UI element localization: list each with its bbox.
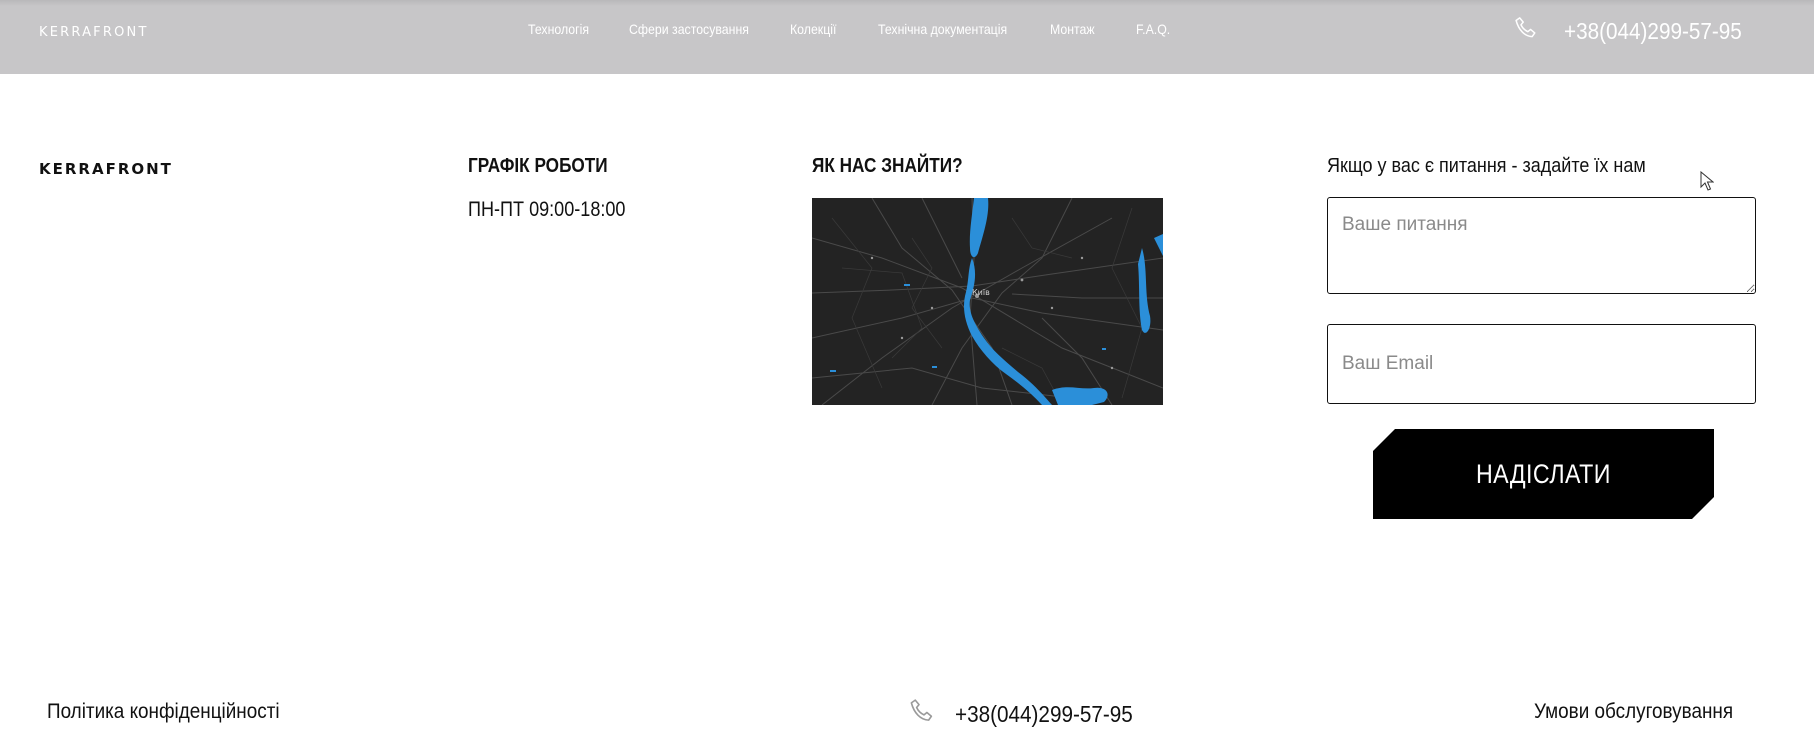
site-header: KERRAFRONT Технологія Сфери застосування… (0, 0, 1814, 74)
privacy-policy-link[interactable]: Політика конфіденційності (47, 700, 280, 724)
form-title: Якщо у вас є питання - задайте їх нам (1327, 155, 1646, 177)
header-phone-number[interactable]: +38(044)299-57-95 (1564, 18, 1742, 45)
phone-icon (907, 697, 937, 732)
footer-logo[interactable]: KERRAFRONT (39, 160, 173, 178)
submit-button[interactable]: НАДІСЛАТИ (1373, 429, 1714, 519)
location-map[interactable]: Київ (812, 198, 1163, 405)
location-title: ЯК НАС ЗНАЙТИ? (812, 155, 963, 177)
nav-item-collections[interactable]: Колекції (790, 21, 836, 37)
map-city-label: Київ (972, 288, 990, 297)
schedule-title: ГРАФІК РОБОТИ (468, 155, 608, 177)
question-field[interactable] (1327, 197, 1756, 294)
email-field[interactable] (1327, 324, 1756, 404)
phone-icon (1512, 15, 1540, 48)
nav-item-tech-docs[interactable]: Технічна документація (878, 21, 1007, 37)
nav-item-technology[interactable]: Технологія (528, 21, 589, 37)
nav-item-applications[interactable]: Сфери застосування (629, 21, 749, 37)
nav-item-installation[interactable]: Монтаж (1050, 21, 1095, 37)
footer-phone-number[interactable]: +38(044)299-57-95 (955, 701, 1133, 728)
nav-item-faq[interactable]: F.A.Q. (1136, 21, 1170, 37)
header-phone[interactable]: +38(044)299-57-95 (1512, 16, 1762, 46)
schedule-hours: ПН-ПТ 09:00-18:00 (468, 198, 626, 221)
terms-of-service-link[interactable]: Умови обслуговування (1534, 700, 1733, 724)
submit-button-label: НАДІСЛАТИ (1476, 458, 1611, 489)
footer-phone[interactable]: +38(044)299-57-95 (907, 697, 1153, 732)
mouse-cursor-icon (1700, 170, 1715, 196)
